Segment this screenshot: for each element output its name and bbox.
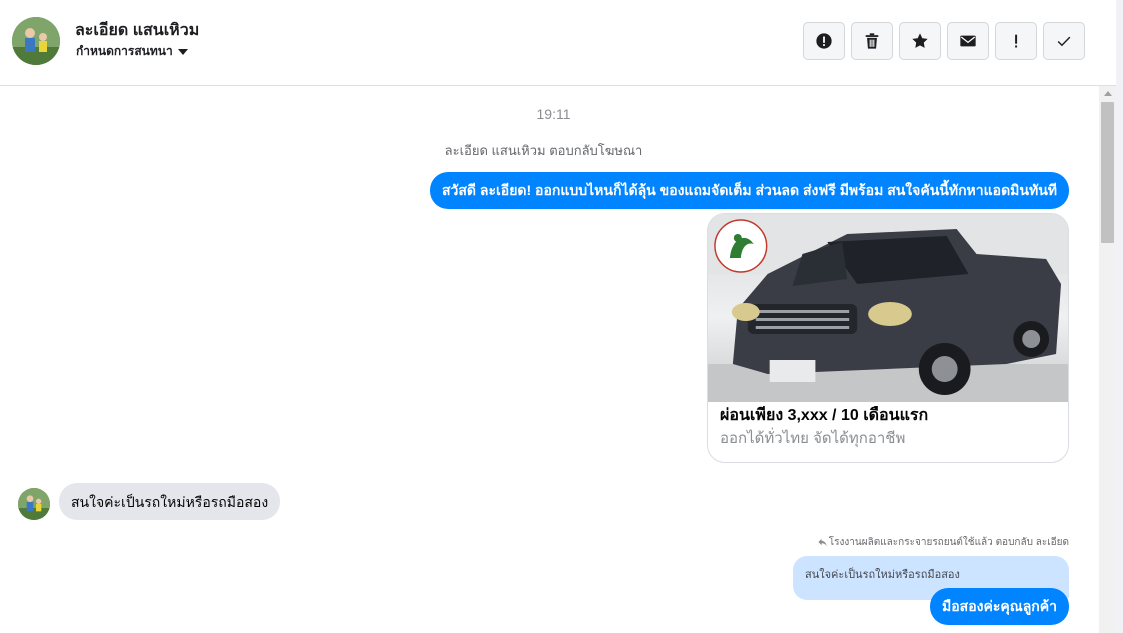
follow-up-button[interactable] [995, 22, 1037, 60]
ad-subtitle: ออกได้ทั่วไทย จัดได้ทุกอาชีพ [720, 430, 906, 447]
outgoing-reply-message[interactable]: มือสองค่ะคุณลูกค้า [930, 588, 1069, 625]
alert-circle-icon [816, 33, 832, 49]
reply-arrow-icon [818, 538, 827, 547]
contact-avatar[interactable] [12, 17, 60, 65]
ad-reply-note: ละเอียด แสนเหิวม ตอบกลับโฆษณา [444, 143, 643, 158]
checkmark-icon [1057, 36, 1071, 47]
header-right-gutter [1116, 0, 1123, 86]
star-button[interactable] [899, 22, 941, 60]
reply-context-note: โรงงานผลิตและกระจายรถยนต์ใช้แล้ว ตอบกลับ… [818, 535, 1069, 550]
conversation-settings-dropdown[interactable]: กำหนดการสนทนา [76, 42, 188, 61]
avatar-photo-icon [18, 488, 50, 520]
avatar-photo-icon [12, 17, 60, 65]
mark-unread-button[interactable] [947, 22, 989, 60]
exclamation-icon [1015, 34, 1018, 48]
incoming-message[interactable]: สนใจค่ะเป็นรถใหม่หรือรถมือสอง [59, 483, 281, 520]
thread-scrollbar[interactable] [1099, 86, 1116, 633]
star-icon [912, 33, 928, 48]
contact-name: ละเอียด แสนเหิวม [75, 22, 200, 39]
conversation-header: ละเอียด แสนเหิวม กำหนดการสนทนา [0, 0, 1116, 86]
envelope-icon [960, 35, 976, 47]
ad-title: ผ่อนเพียง 3,xxx / 10 เดือนแรก [720, 407, 929, 424]
scroll-up-arrow-icon[interactable] [1104, 91, 1112, 96]
report-spam-button[interactable] [803, 22, 845, 60]
sender-avatar[interactable] [18, 488, 50, 520]
ad-preview-card[interactable]: ผ่อนเพียง 3,xxx / 10 เดือนแรก ออกได้ทั่ว… [707, 213, 1069, 463]
reply-context-text: โรงงานผลิตและกระจายรถยนต์ใช้แล้ว ตอบกลับ… [828, 537, 1069, 548]
message-thread: 19:11 ละเอียด แสนเหิวม ตอบกลับโฆษณา สวัส… [0, 86, 1099, 633]
delete-button[interactable] [851, 22, 893, 60]
conversation-actions [803, 22, 1085, 60]
caret-down-icon [177, 49, 188, 55]
thread-timestamp: 19:11 [536, 106, 571, 122]
right-gutter [1116, 86, 1123, 633]
pickup-truck-photo-icon [708, 214, 1068, 402]
scroll-thumb[interactable] [1101, 102, 1114, 243]
ad-image [708, 214, 1068, 402]
outgoing-message[interactable]: สวัสดี ละเอียด! ออกแบบไหนก็ได้ลุ้น ของแถ… [429, 172, 1069, 209]
mark-done-button[interactable] [1043, 22, 1085, 60]
trash-icon [865, 33, 879, 49]
conversation-settings-label: กำหนดการสนทนา [76, 44, 173, 58]
